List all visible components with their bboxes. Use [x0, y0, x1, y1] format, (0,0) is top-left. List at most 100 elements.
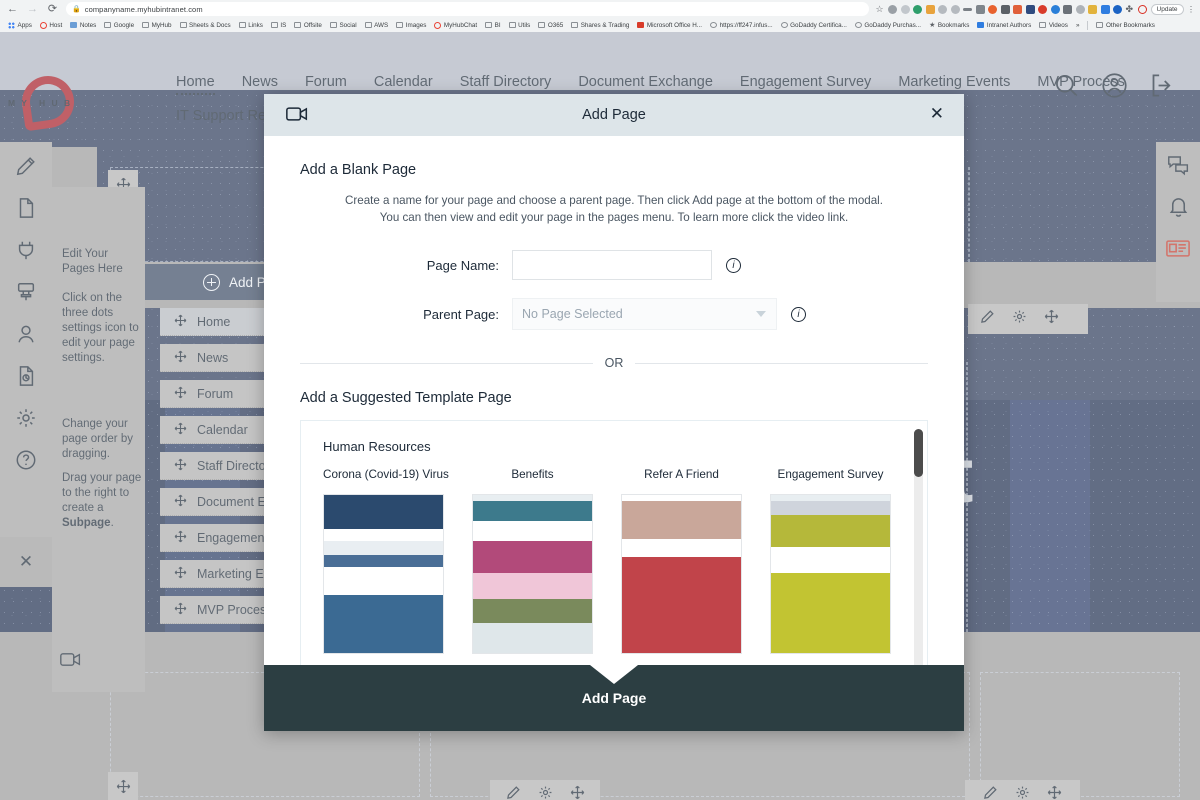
template-thumbnail[interactable]	[770, 494, 891, 654]
chevron-down-icon	[756, 311, 766, 317]
bookmark-label: GoDaddy Certifica...	[790, 21, 847, 29]
extension-icon[interactable]	[900, 4, 910, 14]
folder-icon	[1096, 22, 1104, 28]
puzzle-extension-icon[interactable]: ✤	[1126, 4, 1135, 14]
bookmark-label: Offsite	[303, 21, 322, 29]
bookmark-label: AWS	[374, 21, 389, 29]
bookmark-item[interactable]: Sheets & Docs	[176, 22, 235, 29]
bookmark-item[interactable]: Intranet Authors	[973, 22, 1035, 29]
bookmark-item[interactable]: Host	[36, 21, 66, 29]
office-icon	[637, 22, 645, 28]
bookmark-item[interactable]: Offsite	[290, 22, 326, 29]
extension-icon[interactable]	[950, 4, 960, 14]
folder-icon	[294, 22, 302, 28]
extension-icons: ☆ ✤ Update ⋮	[876, 3, 1195, 15]
template-thumbnail[interactable]	[472, 494, 593, 654]
template-card-name: Engagement Survey	[777, 468, 884, 481]
bookmark-label: Google	[113, 21, 135, 29]
extension-icon[interactable]	[975, 4, 985, 14]
extension-icon[interactable]	[913, 4, 923, 14]
bookmark-item[interactable]: Google	[100, 22, 138, 29]
parent-page-select[interactable]: No Page Selected	[512, 298, 777, 330]
back-button[interactable]: ←	[6, 3, 19, 15]
bookmark-item[interactable]: ★ Bookmarks	[925, 21, 973, 30]
bookmark-item[interactable]: GoDaddy Purchas...	[851, 22, 925, 29]
extension-icon[interactable]	[1038, 4, 1048, 14]
template-row: Corona (Covid-19) Virus Benefits Refer A F…	[323, 468, 905, 654]
add-page-modal: Add Page ✕ Add a Blank Page Create a nam…	[264, 94, 964, 731]
bookmark-star-icon[interactable]: ☆	[876, 4, 885, 14]
bookmark-item[interactable]: Notes	[66, 22, 100, 29]
extension-icon[interactable]	[1025, 4, 1035, 14]
extension-icon[interactable]	[1000, 4, 1010, 14]
bookmark-item[interactable]: BI	[481, 22, 504, 29]
bookmark-item[interactable]: Videos	[1035, 22, 1072, 29]
template-thumbnail[interactable]	[621, 494, 742, 654]
bookmark-label: Utils	[518, 21, 531, 29]
blank-page-description-line2: You can then view and edit your page in …	[379, 211, 849, 224]
folder-icon	[364, 22, 372, 28]
page-name-input[interactable]	[512, 250, 712, 280]
bookmark-label: O365	[547, 21, 564, 29]
info-icon[interactable]: i	[726, 257, 741, 273]
thumbnail-band	[324, 555, 443, 567]
extension-icon[interactable]	[925, 4, 935, 14]
bookmark-item[interactable]: Apps	[4, 21, 36, 29]
star-icon: ★	[929, 22, 936, 29]
template-thumbnail[interactable]	[323, 494, 444, 654]
address-bar[interactable]: 🔒 companyname.myhubintranet.com	[66, 2, 869, 16]
extension-icon[interactable]	[1013, 4, 1023, 14]
extension-icon[interactable]	[988, 4, 998, 14]
update-button[interactable]: Update	[1150, 3, 1184, 15]
bookmark-item[interactable]: MyHubChat	[430, 21, 481, 29]
chrome-menu-icon[interactable]: ⋮	[1187, 5, 1195, 14]
scrollbar-thumb[interactable]	[914, 429, 923, 477]
bookmark-item[interactable]: Images	[392, 22, 430, 29]
bookmark-label: MyHubChat	[443, 21, 478, 29]
bookmark-item[interactable]: O365	[534, 22, 567, 29]
extension-icon[interactable]	[1075, 4, 1085, 14]
forward-button[interactable]: →	[26, 3, 39, 15]
template-card[interactable]: Corona (Covid-19) Virus	[323, 468, 449, 654]
reload-button[interactable]: ⟳	[46, 3, 59, 15]
bookmark-label: Shares & Trading	[580, 21, 630, 29]
template-card[interactable]: Benefits	[472, 468, 593, 654]
thumbnail-band	[771, 501, 890, 515]
template-card[interactable]: Refer A Friend	[621, 468, 742, 654]
extension-icon[interactable]	[1138, 4, 1148, 14]
bookmarks-overflow-button[interactable]: »	[1072, 22, 1084, 29]
folder-icon	[396, 22, 404, 28]
template-card-name: Corona (Covid-19) Virus	[323, 468, 449, 481]
bookmark-item[interactable]: Microsoft Office H...	[633, 22, 706, 29]
bookmark-item[interactable]: AWS	[361, 22, 393, 29]
extension-icon[interactable]	[1088, 4, 1098, 14]
thumbnail-band	[473, 501, 592, 521]
info-icon[interactable]: i	[791, 306, 806, 322]
other-bookmarks-folder[interactable]: Other Bookmarks	[1092, 22, 1159, 29]
bookmark-item[interactable]: Utils	[505, 22, 535, 29]
bookmark-item[interactable]: Links	[235, 22, 267, 29]
extension-icon[interactable]	[1050, 4, 1060, 14]
video-camera-icon[interactable]	[286, 106, 308, 127]
template-card[interactable]: Engagement Survey	[770, 468, 891, 654]
bookmark-label: Microsoft Office H...	[646, 21, 703, 29]
extension-icon[interactable]	[1100, 4, 1110, 14]
bookmark-item[interactable]: Social	[326, 22, 361, 29]
thumbnail-band	[622, 557, 741, 653]
extension-icon[interactable]	[938, 4, 948, 14]
thumbnail-band	[473, 623, 592, 653]
bookmark-item[interactable]: https://ff247.infus...	[706, 22, 777, 29]
extension-icon[interactable]	[963, 7, 973, 11]
bookmark-item[interactable]: Shares & Trading	[567, 22, 633, 29]
extension-icon[interactable]	[1063, 4, 1073, 14]
bookmark-item[interactable]: GoDaddy Certifica...	[777, 22, 851, 29]
thumbnail-band	[324, 541, 443, 555]
folder-icon	[104, 22, 112, 28]
extension-icon[interactable]	[1113, 4, 1123, 14]
extension-icon[interactable]	[888, 4, 898, 14]
bookmark-item[interactable]: MyHub	[138, 22, 175, 29]
add-page-submit-button[interactable]: Add Page	[264, 665, 964, 731]
bookmark-item[interactable]: IS	[267, 22, 290, 29]
close-icon[interactable]: ✕	[930, 104, 944, 124]
thumbnail-band	[473, 521, 592, 541]
